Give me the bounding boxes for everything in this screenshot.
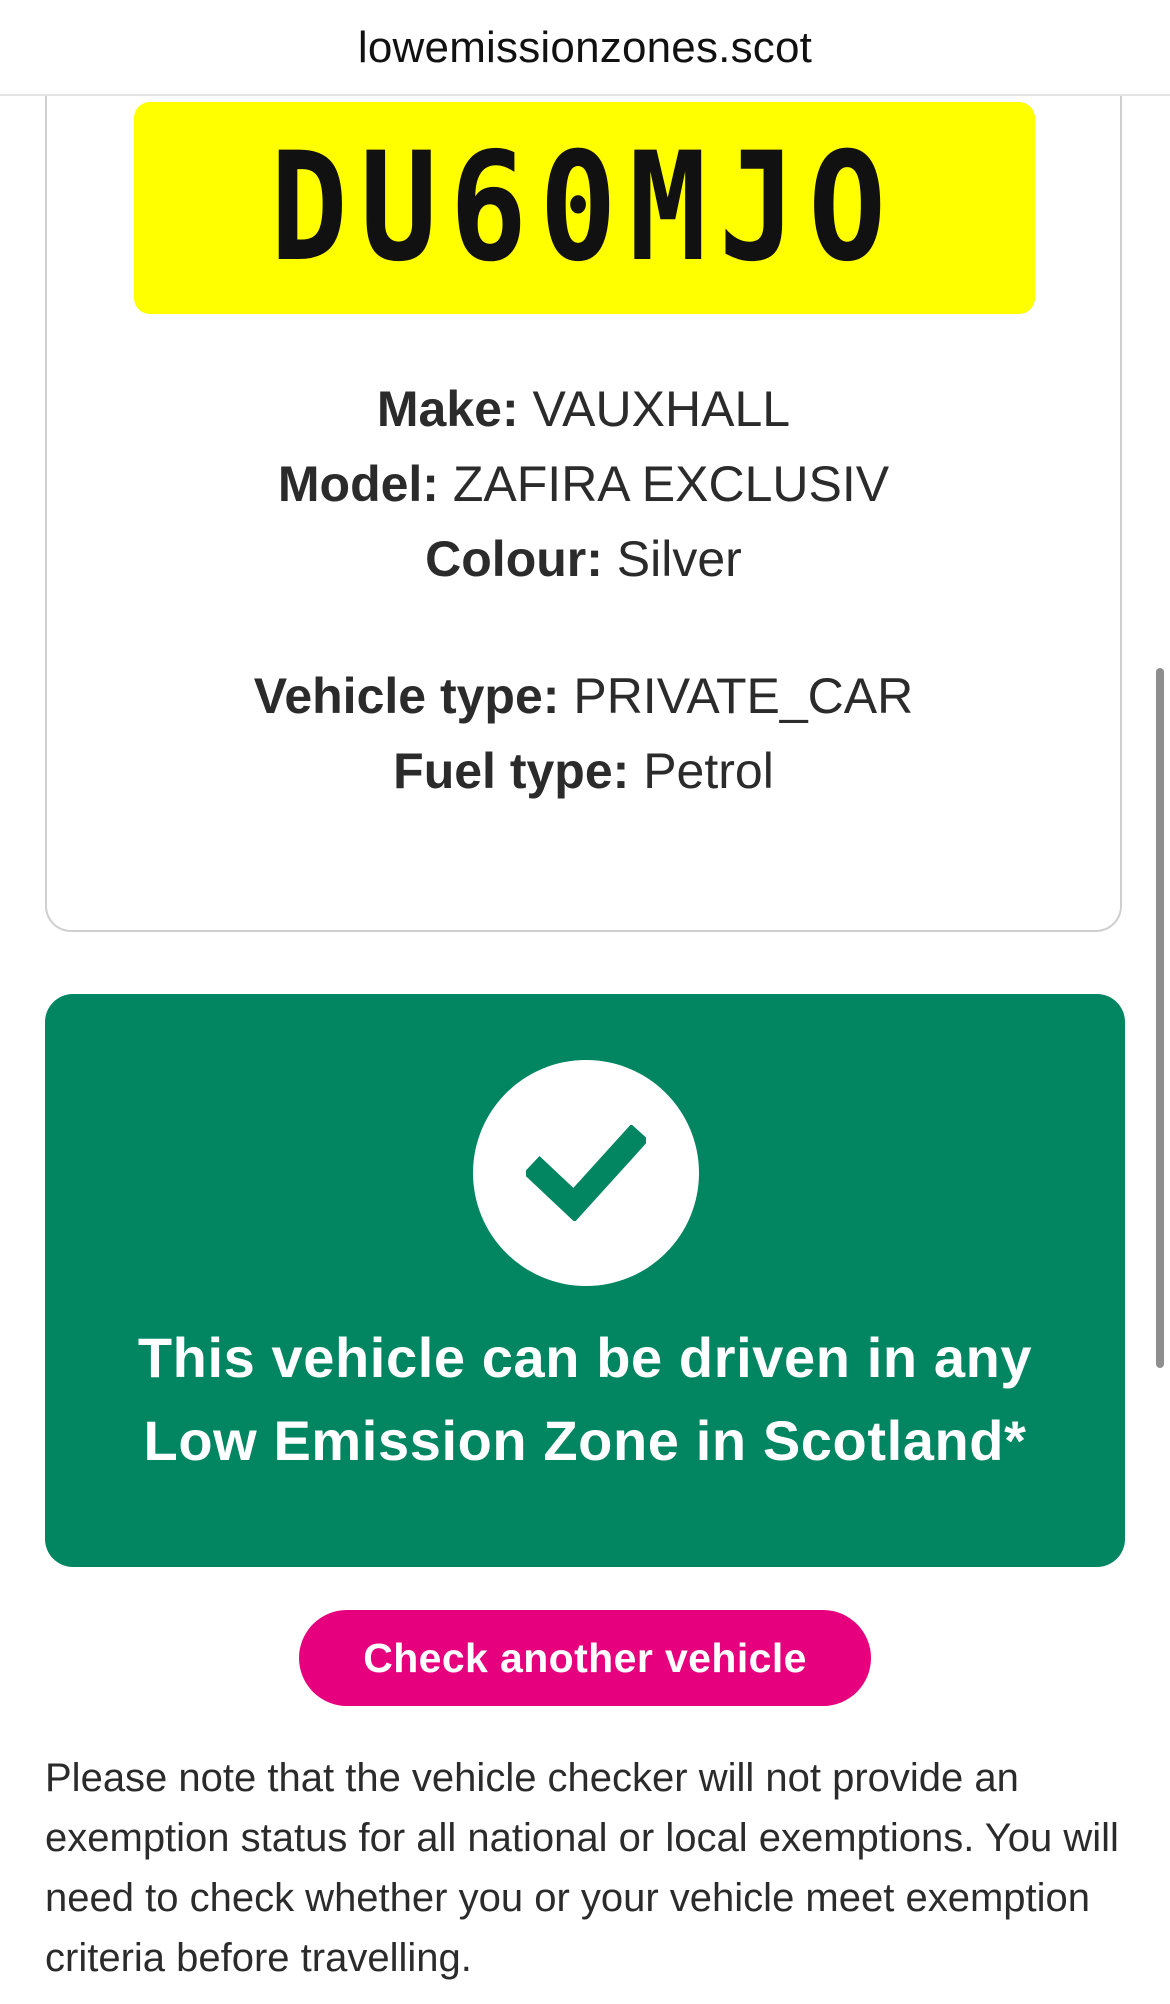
number-plate: DU60MJO — [134, 102, 1035, 314]
result-message-line-2: Low Emission Zone in Scotland* — [143, 1409, 1027, 1472]
model-row: Model: ZAFIRA EXCLUSIV — [45, 447, 1122, 522]
address-bar[interactable]: lowemissionzones.scot — [0, 0, 1170, 96]
exemption-note: Please note that the vehicle checker wil… — [45, 1756, 1119, 1980]
colour-value: Silver — [616, 531, 742, 587]
checkmark-glyph — [526, 1125, 646, 1221]
scrollbar[interactable] — [1156, 668, 1164, 1368]
make-label: Make: — [376, 381, 519, 437]
fuel-type-value: Petrol — [643, 743, 774, 799]
checkmark-icon — [473, 1060, 699, 1286]
vehicle-type-value: PRIVATE_CAR — [573, 668, 914, 724]
vehicle-type-details: Vehicle type: PRIVATE_CAR Fuel type: Pet… — [45, 659, 1122, 809]
result-message: This vehicle can be driven in any Low Em… — [45, 1316, 1125, 1482]
fuel-type-row: Fuel type: Petrol — [45, 734, 1122, 809]
registration-number: DU60MJO — [270, 121, 899, 295]
vehicle-type-label: Vehicle type: — [253, 668, 560, 724]
result-message-line-1: This vehicle can be driven in any — [137, 1326, 1033, 1389]
fuel-type-label: Fuel type: — [393, 743, 630, 799]
url-text[interactable]: lowemissionzones.scot — [358, 23, 812, 73]
vehicle-type-row: Vehicle type: PRIVATE_CAR — [45, 659, 1122, 734]
make-value: VAUXHALL — [532, 381, 791, 437]
compliance-result-panel: This vehicle can be driven in any Low Em… — [45, 994, 1125, 1567]
colour-row: Colour: Silver — [45, 522, 1122, 597]
check-another-vehicle-button[interactable]: Check another vehicle — [299, 1610, 871, 1706]
model-value: ZAFIRA EXCLUSIV — [452, 456, 890, 512]
vehicle-identity-details: Make: VAUXHALL Model: ZAFIRA EXCLUSIV Co… — [45, 372, 1122, 597]
colour-label: Colour: — [425, 531, 603, 587]
model-label: Model: — [277, 456, 439, 512]
make-row: Make: VAUXHALL — [45, 372, 1122, 447]
